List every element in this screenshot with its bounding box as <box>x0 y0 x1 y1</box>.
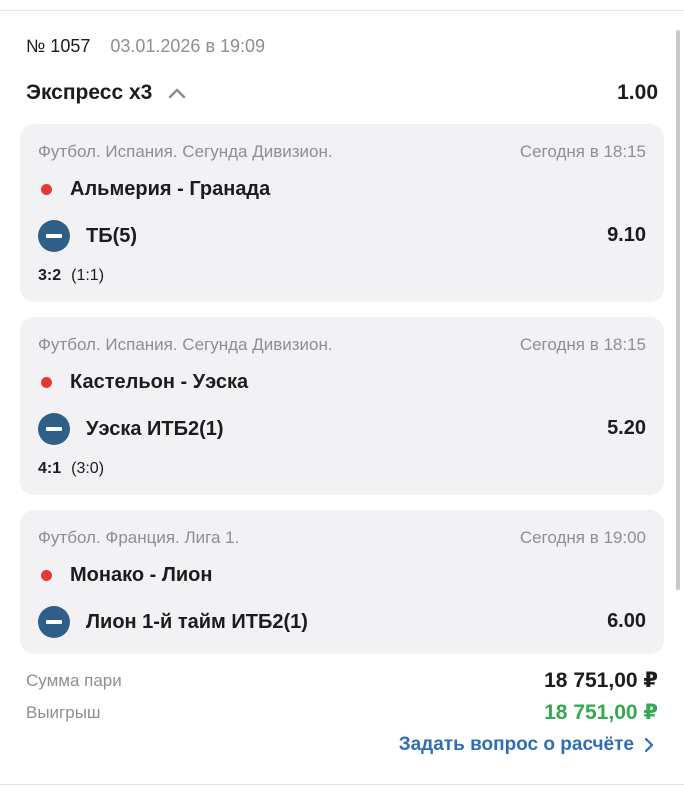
pick-odds: 6.00 <box>607 610 646 632</box>
stake-row: Сумма пари 18 751,00 ₽ <box>26 668 658 693</box>
ask-question-label: Задать вопрос о расчёте <box>398 734 634 755</box>
stake-label: Сумма пари <box>26 670 122 690</box>
event-score: 4:1 (3:0) <box>38 460 104 478</box>
live-dot-icon <box>41 377 52 388</box>
event-time: Сегодня в 18:15 <box>519 335 646 354</box>
event-pick: Лион 1-й тайм ИТБ2(1) <box>38 606 308 638</box>
event-score: 3:2 (1:1) <box>38 267 104 285</box>
bet-number: № 1057 <box>26 36 91 56</box>
event-time: Сегодня в 18:15 <box>519 142 646 161</box>
stake-value: 18 751,00 ₽ <box>544 669 658 692</box>
event-pick: ТБ(5) <box>38 220 137 252</box>
event-card[interactable]: Футбол. Испания. Сегунда Дивизион. Сегод… <box>20 124 664 302</box>
event-pick: Уэска ИТБ2(1) <box>38 413 224 445</box>
chevron-up-icon[interactable] <box>166 82 188 104</box>
final-score: 4:1 <box>38 460 62 477</box>
event-league: Футбол. Испания. Сегунда Дивизион. <box>38 142 333 161</box>
minus-icon <box>38 413 70 445</box>
win-value: 18 751,00 ₽ <box>544 701 658 724</box>
express-row: Экспресс x3 1.00 <box>26 78 658 108</box>
pick-name: Уэска ИТБ2(1) <box>86 417 224 440</box>
scrollbar[interactable] <box>676 30 680 590</box>
total-odds: 1.00 <box>617 81 658 104</box>
half-score: (3:0) <box>71 460 105 477</box>
event-card[interactable]: Футбол. Франция. Лига 1. Сегодня в 19:00… <box>20 510 664 654</box>
top-divider <box>0 10 684 11</box>
half-score: (1:1) <box>71 267 105 284</box>
win-label: Выигрыш <box>26 702 101 722</box>
pick-odds: 9.10 <box>607 224 646 246</box>
minus-icon <box>38 606 70 638</box>
final-score: 3:2 <box>38 267 62 284</box>
win-row: Выигрыш 18 751,00 ₽ <box>26 700 658 725</box>
event-card[interactable]: Футбол. Испания. Сегунда Дивизион. Сегод… <box>20 317 664 495</box>
event-time: Сегодня в 19:00 <box>519 528 646 547</box>
live-dot-icon <box>41 184 52 195</box>
pick-odds: 5.20 <box>607 417 646 439</box>
match-name: Монако - Лион <box>70 564 213 586</box>
bet-date: 03.01.2026 в 19:09 <box>110 36 266 56</box>
event-league: Футбол. Франция. Лига 1. <box>38 528 240 547</box>
bet-header: № 1057 03.01.2026 в 19:09 <box>26 36 265 57</box>
live-dot-icon <box>41 570 52 581</box>
express-toggle[interactable]: Экспресс x3 <box>26 81 188 105</box>
chevron-right-icon <box>644 737 654 753</box>
pick-name: ТБ(5) <box>86 224 138 247</box>
event-match: Монако - Лион <box>38 564 212 587</box>
pick-name: Лион 1-й тайм ИТБ2(1) <box>86 610 308 633</box>
bottom-divider <box>0 784 684 785</box>
match-name: Альмерия - Гранада <box>70 178 271 200</box>
express-title: Экспресс x3 <box>26 81 153 104</box>
event-league: Футбол. Испания. Сегунда Дивизион. <box>38 335 333 354</box>
event-match: Альмерия - Гранада <box>38 178 270 201</box>
minus-icon <box>38 220 70 252</box>
match-name: Кастельон - Уэска <box>70 371 249 393</box>
ask-question-link[interactable]: Задать вопрос о расчёте <box>399 734 654 756</box>
event-match: Кастельон - Уэска <box>38 371 248 394</box>
